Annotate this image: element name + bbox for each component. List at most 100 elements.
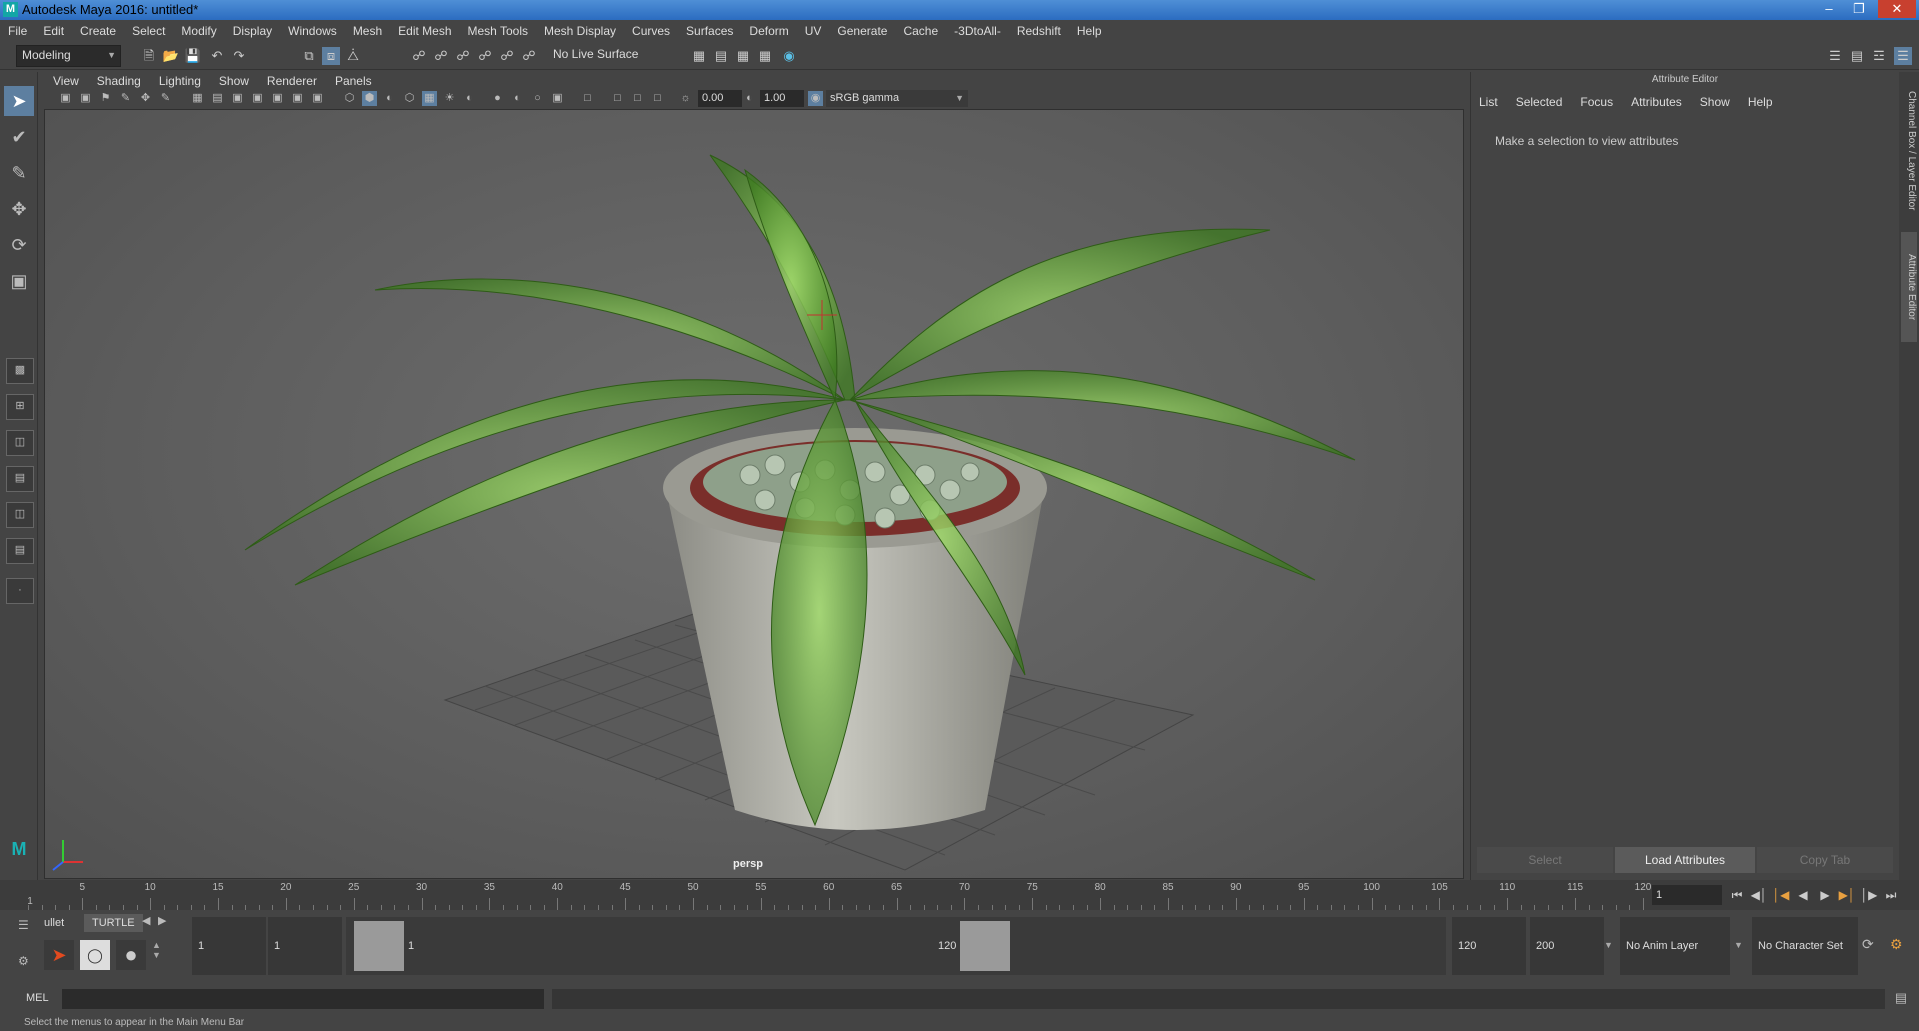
- select-object-icon[interactable]: ⧈: [322, 47, 340, 65]
- menu-create[interactable]: Create: [72, 20, 124, 42]
- range-slider[interactable]: 1 120: [346, 917, 1446, 975]
- smooth-shade-icon[interactable]: ⬢: [362, 91, 377, 106]
- image-plane-icon[interactable]: ✎: [118, 91, 133, 106]
- anim-layer-dropdown[interactable]: No Anim Layer: [1620, 917, 1730, 975]
- camera-select-icon[interactable]: ▣: [58, 91, 73, 106]
- select-button[interactable]: Select: [1477, 847, 1613, 873]
- shelf-tab-bullet[interactable]: ullet: [36, 914, 72, 932]
- close-button[interactable]: ✕: [1878, 0, 1916, 18]
- current-frame-field[interactable]: 1: [1652, 885, 1722, 905]
- mode-dropdown[interactable]: Modeling ▼: [16, 45, 121, 67]
- grid-icon[interactable]: ▦: [190, 91, 205, 106]
- play-backwards-icon[interactable]: ◀: [1794, 886, 1812, 904]
- safe-action-icon[interactable]: ▣: [290, 91, 305, 106]
- wireframe-on-shaded-icon[interactable]: ⬡: [402, 91, 417, 106]
- minimize-button[interactable]: –: [1816, 0, 1842, 18]
- grease-pencil-icon[interactable]: ✎: [158, 91, 173, 106]
- turtle-sphere-icon[interactable]: ●: [116, 940, 146, 970]
- menu-redshift[interactable]: Redshift: [1009, 20, 1069, 42]
- snap-surface-icon[interactable]: ☍: [498, 47, 516, 65]
- depth-of-field-icon[interactable]: ▣: [550, 91, 565, 106]
- rotate-tool-icon[interactable]: ⟳: [4, 230, 34, 260]
- persp-graph-layout-icon[interactable]: ▤: [6, 466, 34, 492]
- panel-menu-lighting[interactable]: Lighting: [150, 72, 210, 90]
- menu-cache[interactable]: Cache: [895, 20, 946, 42]
- persp-hypershade-layout-icon[interactable]: ◫: [6, 502, 34, 528]
- chevron-down-icon[interactable]: ▼: [1604, 940, 1613, 950]
- snap-curve-icon[interactable]: ☍: [432, 47, 450, 65]
- anti-aliasing-icon[interactable]: ○: [530, 91, 545, 106]
- save-scene-icon[interactable]: 💾: [184, 47, 202, 65]
- menu-curves[interactable]: Curves: [624, 20, 678, 42]
- command-language-label[interactable]: MEL: [26, 992, 49, 1004]
- panel-menu-show[interactable]: Show: [210, 72, 258, 90]
- script-editor-icon[interactable]: ▤: [1892, 990, 1910, 1008]
- menu-select[interactable]: Select: [124, 20, 173, 42]
- tool-settings-icon[interactable]: ☲: [1870, 47, 1888, 65]
- channel-box-tab[interactable]: Channel Box / Layer Editor: [1901, 76, 1917, 226]
- color-management-icon[interactable]: ◉: [808, 91, 823, 106]
- safe-title-icon[interactable]: ▣: [310, 91, 325, 106]
- open-scene-icon[interactable]: 📂: [162, 47, 180, 65]
- ae-menu-help[interactable]: Help: [1748, 92, 1773, 112]
- render-frame-icon[interactable]: ▤: [712, 47, 730, 65]
- panel-menu-view[interactable]: View: [44, 72, 88, 90]
- textured-icon[interactable]: ▦: [422, 91, 437, 106]
- live-surface-field[interactable]: No Live Surface: [548, 45, 653, 65]
- select-component-icon[interactable]: ⧊: [344, 47, 362, 65]
- bookmark-icon[interactable]: ⚑: [98, 91, 113, 106]
- menu-windows[interactable]: Windows: [280, 20, 345, 42]
- menu-help[interactable]: Help: [1069, 20, 1110, 42]
- step-back-frame-icon[interactable]: ◀│: [1750, 886, 1768, 904]
- move-tool-icon[interactable]: ✥: [4, 194, 34, 224]
- snap-grid-icon[interactable]: ☍: [410, 47, 428, 65]
- menu-surfaces[interactable]: Surfaces: [678, 20, 741, 42]
- playback-end-field[interactable]: 120: [1452, 917, 1526, 975]
- film-gate-icon[interactable]: ▤: [210, 91, 225, 106]
- load-attributes-button[interactable]: Load Attributes: [1615, 847, 1755, 873]
- gamma-field[interactable]: 1.00: [760, 90, 804, 107]
- shelf-scroll-right-icon[interactable]: ▶: [158, 914, 166, 927]
- four-view-layout-icon[interactable]: ⊞: [6, 394, 34, 420]
- panel-menu-shading[interactable]: Shading: [88, 72, 150, 90]
- exposure-icon[interactable]: ☼: [678, 91, 693, 106]
- maximize-button[interactable]: ❐: [1846, 0, 1872, 18]
- ambient-occlusion-icon[interactable]: ●: [490, 91, 505, 106]
- use-all-lights-icon[interactable]: ☀: [442, 91, 457, 106]
- chevron-down-icon[interactable]: ▼: [1734, 940, 1743, 950]
- ipr-render-icon[interactable]: ▦: [734, 47, 752, 65]
- persp-outliner-layout-icon[interactable]: ◫: [6, 430, 34, 456]
- redo-icon[interactable]: ↷: [230, 47, 248, 65]
- select-hierarchy-icon[interactable]: ⧉: [300, 47, 318, 65]
- panel-menu-renderer[interactable]: Renderer: [258, 72, 326, 90]
- channel-box-toggle-icon[interactable]: ☰: [1894, 47, 1912, 65]
- animation-preferences-icon[interactable]: ⚙: [1890, 936, 1903, 953]
- turtle-bake-icon[interactable]: ◯: [80, 940, 110, 970]
- ae-menu-list[interactable]: List: [1479, 92, 1498, 112]
- menu-file[interactable]: File: [0, 20, 35, 42]
- shelf-scroll-left-icon[interactable]: ◀: [142, 914, 150, 927]
- hypershade-icon[interactable]: ◉: [780, 47, 798, 65]
- menu-edit[interactable]: Edit: [35, 20, 72, 42]
- character-set-dropdown[interactable]: No Character Set: [1752, 917, 1858, 975]
- 2d-pan-zoom-icon[interactable]: ✥: [138, 91, 153, 106]
- single-perspective-layout-icon[interactable]: ▩: [6, 358, 34, 384]
- render-view-icon[interactable]: ▦: [756, 47, 774, 65]
- step-forward-frame-icon[interactable]: │▶: [1860, 886, 1878, 904]
- xray-icon[interactable]: □: [610, 91, 625, 106]
- menu-mesh-display[interactable]: Mesh Display: [536, 20, 624, 42]
- exposure-field[interactable]: 0.00: [698, 90, 742, 107]
- gate-mask-icon[interactable]: ▣: [250, 91, 265, 106]
- shelf-settings-icon[interactable]: ⚙: [18, 954, 32, 968]
- paint-select-tool-icon[interactable]: ✎: [4, 158, 34, 188]
- copy-tab-button[interactable]: Copy Tab: [1757, 847, 1893, 873]
- attribute-editor-tab[interactable]: Attribute Editor: [1901, 232, 1917, 342]
- menu-mesh[interactable]: Mesh: [345, 20, 390, 42]
- ae-menu-selected[interactable]: Selected: [1516, 92, 1563, 112]
- xray-joints-icon[interactable]: □: [630, 91, 645, 106]
- shelf-tab-turtle[interactable]: TURTLE: [84, 914, 143, 932]
- more-layouts-icon[interactable]: ·: [6, 578, 34, 604]
- shelf-menu-icon[interactable]: ☰: [18, 918, 32, 932]
- wireframe-icon[interactable]: ⬡: [342, 91, 357, 106]
- select-tool-icon[interactable]: ➤: [4, 86, 34, 116]
